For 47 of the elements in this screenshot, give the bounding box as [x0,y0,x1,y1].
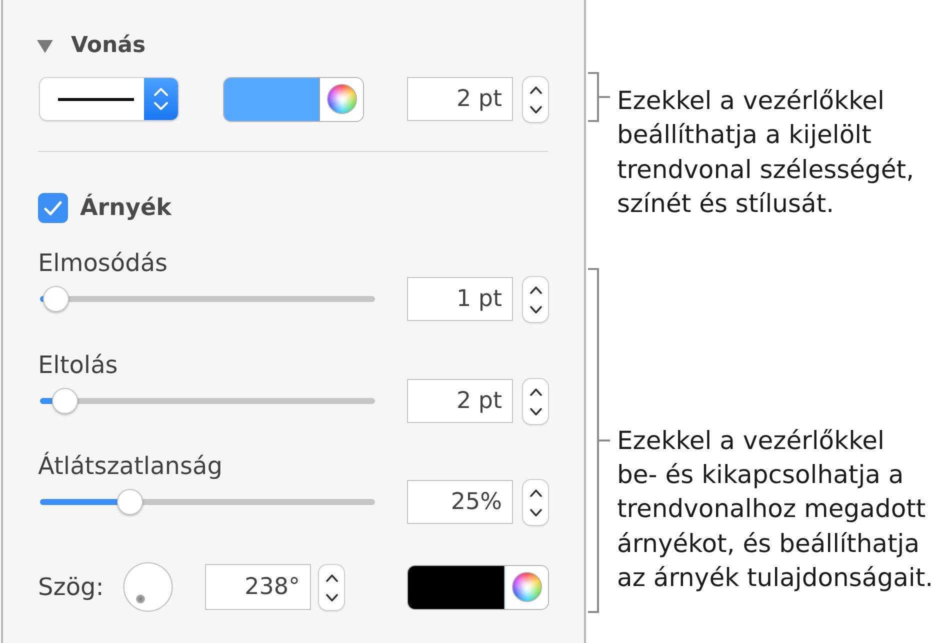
chevron-up-icon[interactable] [326,574,338,582]
chevron-down-icon[interactable] [530,106,542,114]
slider-track[interactable] [40,388,375,414]
chevron-up-icon[interactable] [530,488,542,496]
checkbox-label: Árnyék [80,193,172,223]
slider-thumb[interactable] [117,489,144,515]
callout-text: Ezekkel a vezérlőkkel beállíthatja a kijelölt trendvonal szélességét, színét és stílusát. [617,85,914,220]
chevron-down-icon[interactable] [326,594,338,602]
solid-line-icon [58,98,134,100]
color-wheel-icon [512,572,542,602]
section-title: Vonás [71,32,146,60]
slider-thumb[interactable] [52,388,78,414]
color-well[interactable] [407,564,549,610]
value-field[interactable]: 2 pt [407,379,513,423]
slider-label: Eltolás [38,351,118,379]
stepper[interactable] [319,564,344,610]
slider-track[interactable] [40,286,375,312]
chevron-up-icon[interactable] [530,286,542,294]
checkbox[interactable] [38,193,68,223]
chevron-up-icon[interactable] [530,86,542,94]
stepper[interactable] [523,276,548,322]
color-swatch[interactable] [408,566,505,608]
stepper[interactable] [523,76,548,122]
slider-thumb[interactable] [43,286,70,312]
value-field[interactable]: 25% [407,480,513,524]
value-field[interactable]: 238° [205,564,311,610]
slider-track[interactable] [40,489,375,515]
chevron-down-icon[interactable] [530,306,542,314]
color-wheel-icon [326,84,356,114]
line-style-popup[interactable] [40,78,178,120]
slider-label: Átlátszatlanság [38,452,222,480]
disclosure-triangle-icon[interactable] [37,40,53,52]
angle-label: Szög: [38,572,104,602]
chevron-down-icon[interactable] [530,408,542,416]
slider-label: Elmosódás [38,249,168,277]
callout-text: Ezekkel a vezérlőkkel be- és kikapcsolhatja a trendvonalhoz megadott árnyékot, és beállíthatja az árnyék tulajdonságait. [617,424,934,594]
color-swatch[interactable] [224,78,320,120]
bracket-leader [588,72,610,122]
up-down-chevron-icon [144,78,178,120]
value-field[interactable]: 1 pt [407,277,513,321]
chevron-down-icon[interactable] [530,508,542,516]
color-well[interactable] [223,76,364,122]
stepper[interactable] [523,480,548,524]
value-field[interactable]: 2 pt [407,77,513,121]
chevron-up-icon[interactable] [530,388,542,396]
stepper[interactable] [523,378,548,424]
checkmark-icon [44,200,62,216]
